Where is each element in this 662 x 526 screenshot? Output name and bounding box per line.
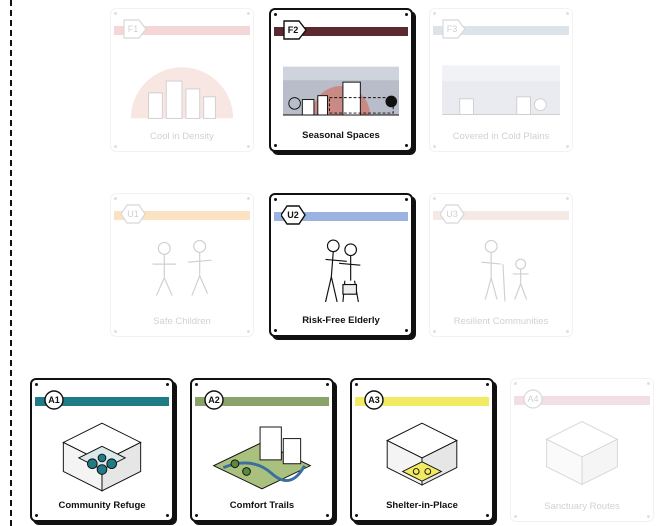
shelter-in-place-illustration	[364, 416, 480, 496]
card-label: Safe Children	[153, 316, 211, 327]
badge-code: A1	[48, 395, 60, 405]
circle-badge-icon: A2	[202, 390, 228, 410]
card-a4[interactable]: A4 Sanctuary Routes	[510, 378, 654, 522]
badge-code: F1	[127, 24, 139, 34]
hexagon-badge-icon: U1	[121, 204, 147, 224]
badge-code: A3	[368, 395, 380, 405]
card-u3[interactable]: U3 Resilient Communities	[429, 193, 573, 337]
card-label: Risk-Free Elderly	[302, 315, 380, 326]
card-label: Comfort Trails	[229, 500, 295, 511]
community-illustration	[442, 230, 560, 310]
sanctuary-routes-illustration	[523, 415, 641, 495]
badge-code: U1	[127, 209, 139, 219]
card-label: Community Refuge	[58, 500, 146, 511]
card-label: Cool in Density	[150, 131, 214, 142]
card-f3[interactable]: F3 Covered in Cold Plains	[429, 8, 573, 152]
card-a3[interactable]: A3 Shelter-in-Place	[350, 378, 494, 522]
cold-plains-illustration	[442, 45, 560, 125]
dashed-divider-line	[10, 0, 12, 526]
hexagon-tag-icon: F2	[281, 20, 307, 40]
badge-code: U2	[287, 210, 299, 220]
card-label: Shelter-in-Place	[386, 500, 458, 511]
card-label: Seasonal Spaces	[302, 130, 380, 141]
hexagon-tag-icon: F3	[440, 19, 466, 39]
card-f1[interactable]: F1 Cool in Density	[110, 8, 254, 152]
badge-code: A4	[527, 394, 539, 404]
card-a1[interactable]: A1 Community Refuge	[30, 378, 174, 522]
card-u1[interactable]: U1 Safe Children	[110, 193, 254, 337]
elderly-couple-illustration	[283, 231, 399, 311]
comfort-trails-illustration	[204, 416, 320, 496]
badge-code: F2	[287, 25, 299, 35]
card-a2[interactable]: A2 Comfort Trails	[190, 378, 334, 522]
badge-code: F3	[446, 24, 458, 34]
circle-badge-icon: A3	[362, 390, 388, 410]
card-label: Covered in Cold Plains	[452, 131, 550, 142]
card-f2[interactable]: F2 Seasonal Spaces	[269, 8, 413, 152]
seasonal-spaces-illustration	[283, 46, 399, 126]
badge-code: A2	[208, 395, 220, 405]
community-refuge-illustration	[44, 416, 160, 496]
circle-badge-icon: A1	[42, 390, 68, 410]
card-label: Sanctuary Routes	[544, 501, 620, 512]
hexagon-tag-icon: F1	[121, 19, 147, 39]
badge-code: U3	[446, 209, 458, 219]
hexagon-badge-icon: U3	[440, 204, 466, 224]
circle-badge-icon: A4	[521, 389, 547, 409]
children-illustration	[123, 230, 241, 310]
density-illustration	[123, 45, 241, 125]
card-label: Resilient Communities	[453, 316, 549, 327]
hexagon-badge-icon: U2	[281, 205, 307, 225]
card-u2[interactable]: U2 Risk-Free Elderly	[269, 193, 413, 337]
